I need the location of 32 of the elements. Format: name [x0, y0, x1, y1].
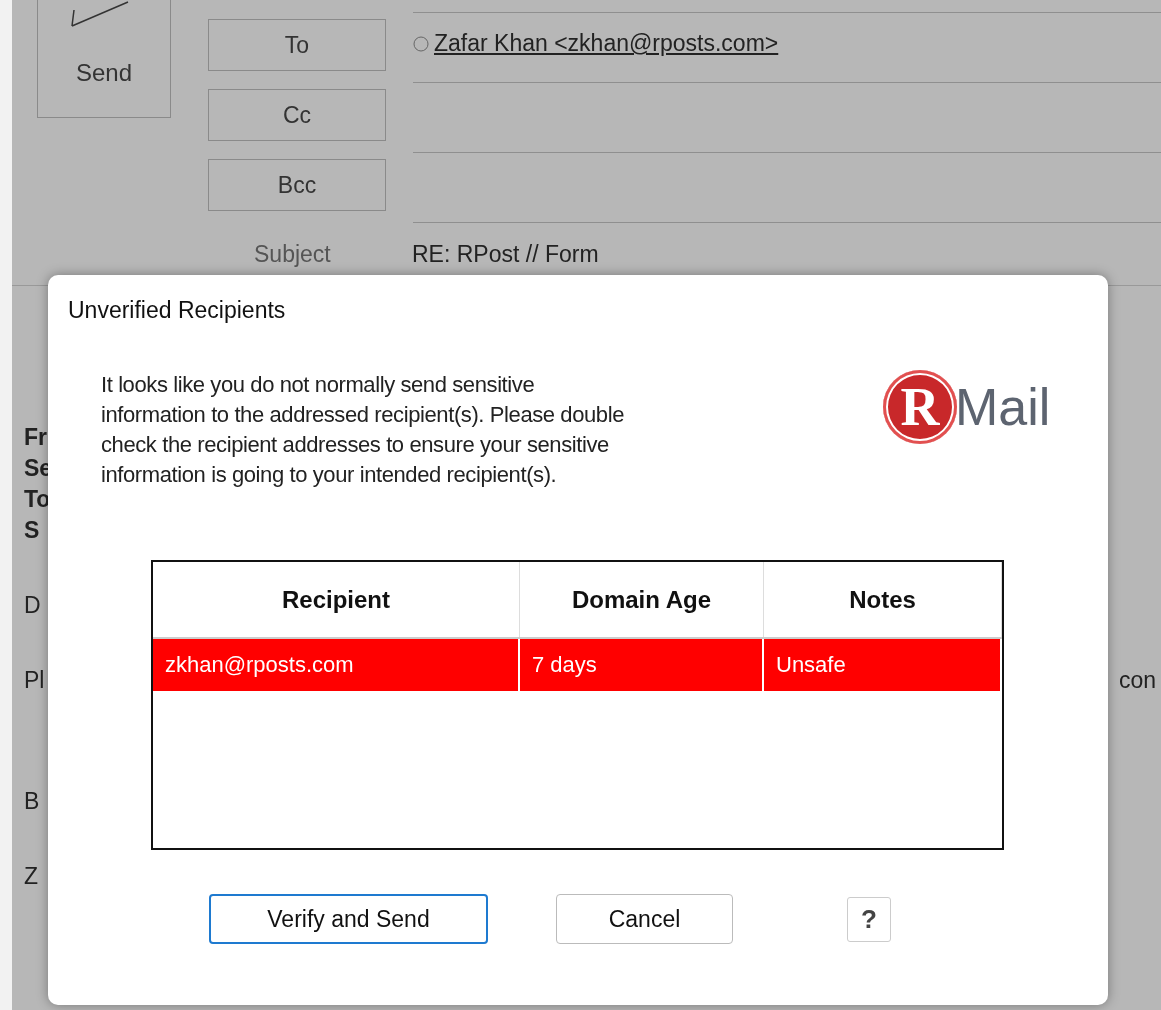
logo-text: Mail [955, 377, 1051, 437]
body-text: Z [24, 863, 39, 890]
column-header: Domain Age [520, 562, 764, 637]
subject-field[interactable]: RE: RPost // Form [412, 240, 599, 268]
address-button[interactable]: Bcc [208, 159, 386, 211]
body-text: Pl [24, 667, 45, 694]
recipient-row[interactable]: zkhan@rposts.com 7 days Unsafe [153, 639, 1002, 691]
recipient-link[interactable]: Zafar Khan <zkhan@rposts.com> [434, 30, 779, 57]
body-text: B [24, 788, 40, 815]
dialog-title: Unverified Recipients [68, 297, 287, 324]
to-field[interactable]: Zafar Khan <zkhan@rposts.com> [413, 13, 1161, 83]
status-circle-icon [413, 35, 429, 52]
body-text: con [1118, 667, 1156, 694]
address-button[interactable]: To [208, 19, 386, 71]
column-header: Notes [764, 562, 1002, 637]
header-text: Fr [24, 424, 47, 451]
table-cell: 7 days [520, 639, 764, 691]
send-button[interactable]: Send [37, 0, 171, 118]
table-cell: Unsafe [764, 639, 1002, 691]
header-text: To [24, 486, 51, 513]
logo-mark: R [883, 370, 957, 444]
help-button[interactable]: ? [847, 896, 891, 942]
header-text: S [24, 517, 40, 544]
column-header: Recipient [153, 562, 520, 637]
body-text: D [24, 592, 41, 619]
dialog-button[interactable]: Cancel [556, 894, 733, 944]
send-icon [70, 0, 130, 28]
dialog-button[interactable]: Verify and Send [209, 894, 488, 944]
table-cell: zkhan@rposts.com [153, 639, 520, 691]
warning-message: It looks like you do not normally send sensitive information to the addressed recipient(s). Please double check the recipient addresses to ensure your sensitive information is going to your intended recipient(s). [101, 371, 626, 489]
subject-label: Subject [254, 240, 332, 268]
address-button[interactable]: Cc [208, 89, 386, 141]
